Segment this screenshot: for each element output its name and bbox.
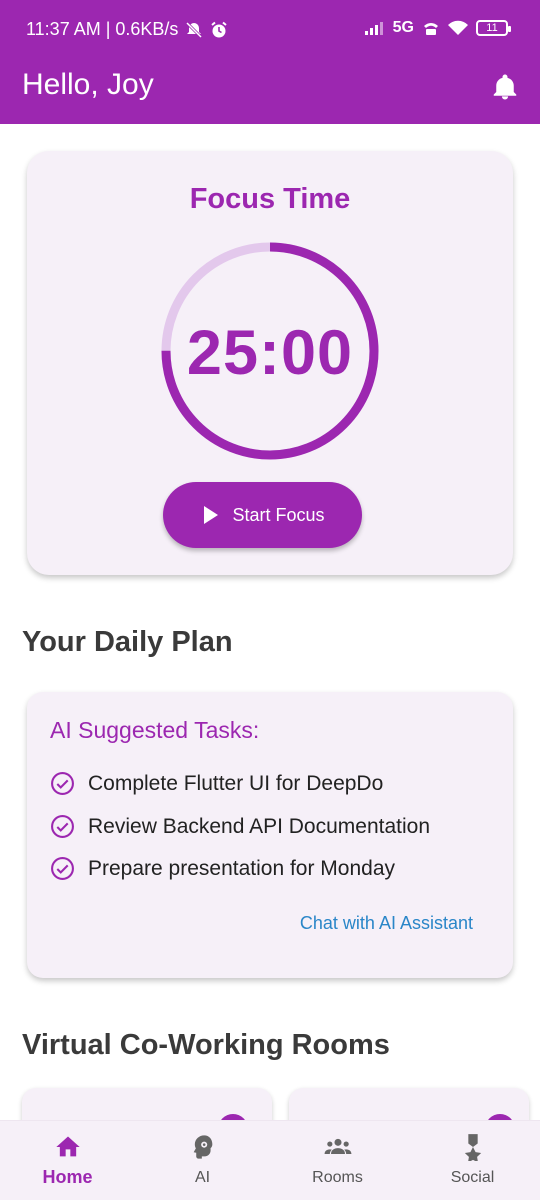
status-bar: 11:37 AM | 0.6KB/s 5G 11 [0, 0, 540, 60]
wifi-icon [448, 20, 468, 35]
nav-social[interactable]: Social [405, 1121, 540, 1200]
start-focus-button[interactable]: Start Focus [163, 482, 362, 548]
nav-label: Home [42, 1167, 93, 1187]
mute-bell-icon [186, 21, 203, 38]
home-icon [55, 1136, 80, 1157]
task-item: Prepare presentation for Monday [50, 856, 395, 881]
bottom-navigation: Home AI Rooms Social [0, 1120, 540, 1200]
nav-ai[interactable]: AI [135, 1121, 270, 1200]
group-icon [324, 1138, 351, 1154]
alarm-icon [211, 21, 228, 37]
task-text: Review Backend API Documentation [88, 814, 431, 838]
focus-timer: 25:00 [186, 318, 354, 388]
nav-label: Rooms [312, 1169, 363, 1186]
status-time: 11:37 AM | 0.6KB/s [26, 19, 179, 39]
medal-icon [464, 1134, 481, 1161]
rooms-title: Virtual Co-Working Rooms [22, 1029, 390, 1061]
app-bar: Hello, Joy [0, 60, 540, 124]
check-circle-icon [51, 772, 74, 795]
focus-title: Focus Time [189, 183, 351, 215]
daily-plan-card: AI Suggested Tasks: Complete Flutter UI … [27, 692, 513, 978]
start-focus-label: Start Focus [232, 504, 325, 525]
check-circle-icon [51, 857, 74, 880]
task-text: Complete Flutter UI for DeepDo [88, 771, 384, 795]
nav-label: AI [194, 1169, 211, 1186]
focus-card: Focus Time 25:00 Start Focus [27, 151, 513, 575]
network-type: 5G [392, 19, 414, 36]
notification-bell-icon[interactable] [490, 72, 520, 102]
ai-tasks-heading: AI Suggested Tasks: [50, 717, 260, 743]
task-item: Complete Flutter UI for DeepDo [50, 771, 383, 796]
play-icon [204, 506, 219, 524]
task-item: Review Backend API Documentation [50, 814, 430, 839]
daily-plan-title: Your Daily Plan [22, 626, 233, 658]
ai-head-icon [193, 1135, 212, 1159]
chat-ai-assistant-link[interactable]: Chat with AI Assistant [300, 913, 473, 934]
signal-icon [364, 22, 383, 35]
nav-label: Social [450, 1169, 495, 1186]
task-text: Prepare presentation for Monday [88, 856, 396, 880]
check-circle-icon [51, 815, 74, 838]
battery-level: 11 [486, 22, 498, 34]
nav-rooms[interactable]: Rooms [270, 1121, 405, 1200]
greeting-title: Hello, Joy [22, 68, 154, 101]
battery-icon: 11 [476, 20, 511, 36]
nav-home[interactable]: Home [0, 1121, 135, 1200]
volte-icon [424, 23, 438, 35]
